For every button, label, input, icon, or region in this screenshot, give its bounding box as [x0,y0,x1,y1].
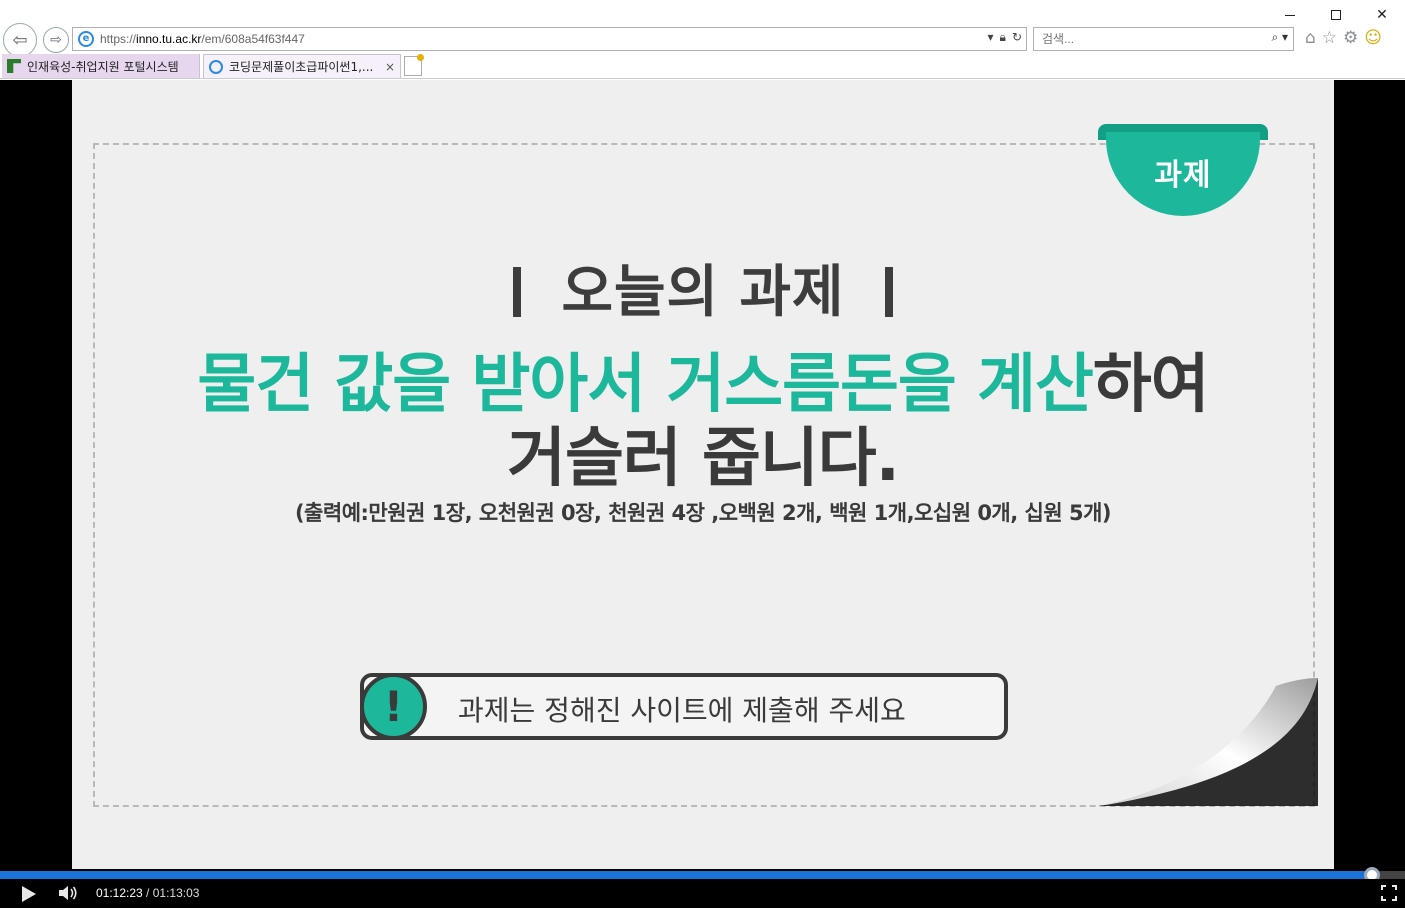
progress-fill [0,871,1373,879]
exclamation-icon: ! [360,673,427,740]
back-icon: ⇦ [12,29,28,51]
lecture-slide: 과제 오늘의 과제 물건 값을 받아서 거스름돈을 계산하여 거슬러 줍니다. … [72,80,1334,869]
slide-title: 오늘의 과제 [72,247,1334,328]
tab-portal[interactable]: 인재육성-취업지원 포털시스템 [2,54,200,78]
url-scheme: https:// [100,32,137,46]
notice-text: 과제는 정해진 사이트에 제출해 주세요 [458,694,906,727]
lock-icon[interactable]: 🔒︎ [1000,30,1006,45]
tab-label: 인재육성-취업지원 포털시스템 [27,59,179,74]
ie-page-icon: e [78,31,94,47]
back-button[interactable]: ⇦ [3,23,37,57]
assignment-headline: 물건 값을 받아서 거스름돈을 계산하여 거슬러 줍니다. [72,348,1334,496]
url-path: /em/608a54f63f447 [201,32,305,46]
smiley-icon[interactable]: ☺ [1364,28,1382,48]
headline-dark-text: 하여 [1092,348,1210,422]
maximize-icon [1331,10,1341,20]
search-box[interactable]: ⌕ ▾ [1033,27,1294,51]
title-text: 오늘의 과제 [561,260,845,325]
address-tools: ▾ 🔒︎ ↻ [988,30,1022,45]
ie-favicon-icon [209,59,223,74]
headline-second-line: 거슬러 줍니다. [507,422,900,496]
assignment-badge: 과제 [1098,124,1268,216]
refresh-icon[interactable]: ↻ [1012,30,1022,45]
play-icon[interactable] [22,886,36,902]
exclamation-glyph: ! [383,681,404,731]
time-display: 01:12:23 / 01:13:03 [96,886,199,900]
submission-notice: ! 과제는 정해진 사이트에 제출해 주세요 [360,673,1008,740]
progress-bar[interactable] [0,867,1405,883]
title-bar-right [884,267,893,317]
badge-label: 과제 [1154,158,1212,193]
home-icon[interactable]: ⌂ [1305,28,1316,48]
player-controls: 01:12:23 / 01:13:03 [0,879,1405,908]
headline-green-text: 물건 값을 받아서 거스름돈을 계산 [197,348,1093,422]
current-time: 01:12:23 [96,886,143,900]
search-input[interactable] [1042,32,1242,46]
time-separator: / [142,886,153,900]
tab-close-icon[interactable]: × [385,60,395,74]
close-icon: ✕ [1376,7,1388,23]
star-icon[interactable]: ☆ [1322,28,1337,48]
page-curl-decoration [1098,678,1318,806]
search-icon[interactable]: ⌕ ▾ [1271,30,1288,45]
tab-coding-lecture[interactable]: 코딩문제풀이초급파이썬1,... × [203,54,401,78]
video-player[interactable]: 과제 오늘의 과제 물건 값을 받아서 거스름돈을 계산하여 거슬러 줍니다. … [0,80,1405,908]
toolbar-icons: ⌂ ☆ ⚙ ☺ [1305,28,1382,48]
output-example: (출력예:만원권 1장, 오천원권 0장, 천원권 4장 ,오백원 2개, 백원… [294,501,1112,525]
title-bar-left [513,267,522,317]
minimize-icon [1285,14,1295,16]
dropdown-icon[interactable]: ▾ [988,30,994,45]
tab-label: 코딩문제풀이초급파이썬1,... [229,60,374,74]
total-duration: 01:13:03 [152,886,200,900]
url-text[interactable]: https://inno.tu.ac.kr/em/608a54f63f447 [100,32,305,46]
address-bar[interactable]: e https://inno.tu.ac.kr/em/608a54f63f447… [72,27,1027,51]
url-host: inno.tu.ac.kr [136,32,202,46]
navigation-row: ⇦ ⇨ e https://inno.tu.ac.kr/em/608a54f63… [0,22,1405,57]
browser-chrome: ✕ ⇦ ⇨ e https://inno.tu.ac.kr/em/608a54f… [0,0,1405,79]
gear-icon[interactable]: ⚙ [1343,28,1358,48]
tab-strip: 인재육성-취업지원 포털시스템 코딩문제풀이초급파이썬1,... × [0,54,1405,79]
forward-button[interactable]: ⇨ [43,27,69,53]
forward-icon: ⇨ [50,32,62,48]
new-tab-button[interactable] [404,54,424,76]
portal-favicon-icon [7,59,21,73]
fullscreen-icon[interactable] [1381,885,1397,901]
volume-icon[interactable] [58,884,78,902]
